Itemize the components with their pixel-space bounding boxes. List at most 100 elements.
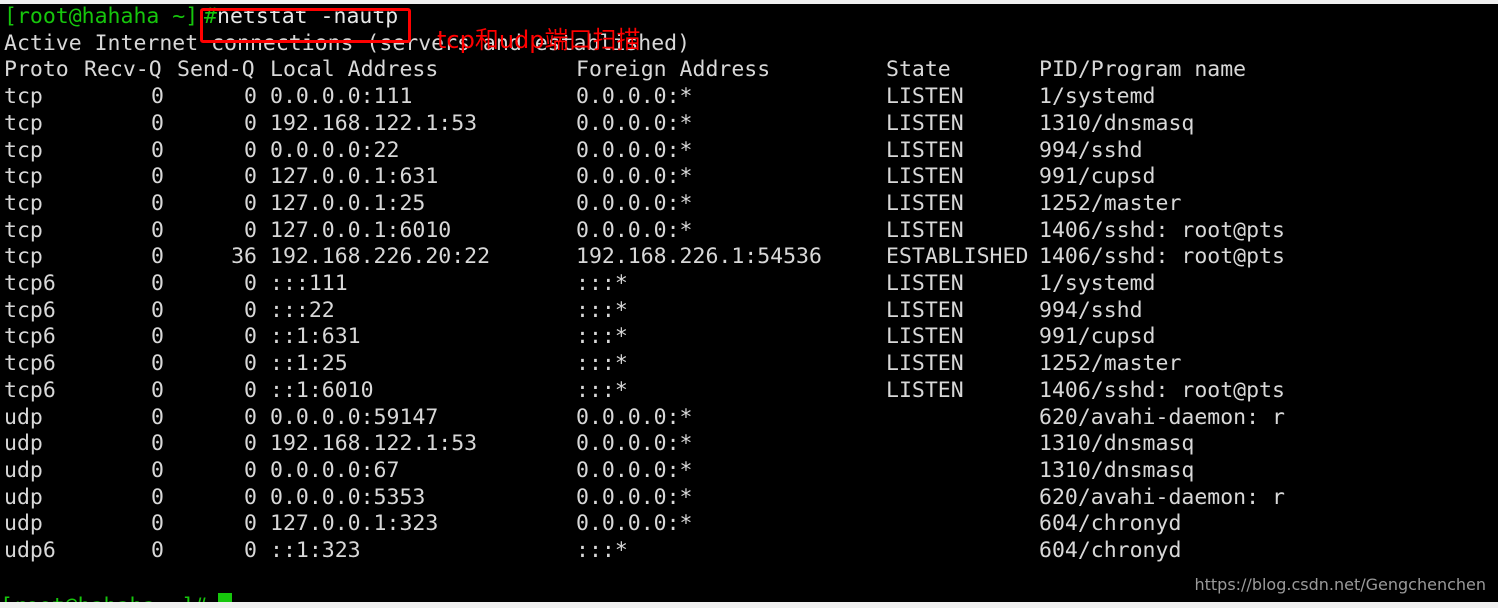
- table-row: udp 0 0 0.0.0.0:67 0.0.0.0:* 1310/dnsmasq: [0, 458, 1498, 485]
- cell-state: ESTABLISHED: [886, 244, 1029, 270]
- cell-local: :::22: [270, 297, 335, 323]
- cell-pid: 1310/dnsmasq: [1039, 431, 1195, 457]
- next-prompt-partial: [root@hahaha ~]#: [0, 594, 207, 602]
- cell-local: 0.0.0.0:67: [270, 457, 400, 483]
- cell-recvq: 0: [151, 404, 164, 430]
- command-text: netstat -nautp: [217, 4, 399, 29]
- cell-local: ::1:6010: [270, 377, 374, 403]
- cell-proto: udp: [4, 404, 43, 430]
- cell-local: ::1:323: [270, 538, 361, 563]
- cell-foreign: 0.0.0.0:*: [576, 217, 693, 243]
- table-row: tcp 0 0 0.0.0.0:22 0.0.0.0:* LISTEN 994/sshd: [0, 138, 1498, 165]
- cell-state: LISTEN: [886, 137, 964, 163]
- cell-recvq: 0: [151, 164, 164, 190]
- table-row: tcp 0 36 192.168.226.20:22 192.168.226.1:545…: [0, 244, 1498, 271]
- cell-local: ::1:631: [270, 324, 361, 350]
- table-row: udp 0 0 192.168.122.1:53 0.0.0.0:* 1310/dnsma…: [0, 431, 1498, 458]
- cell-pid: 1252/master: [1039, 190, 1182, 216]
- header-pid: PID/Program name: [1039, 57, 1247, 83]
- cell-pid: 1310/dnsmasq: [1039, 110, 1195, 136]
- cell-proto: udp: [4, 484, 43, 510]
- cell-foreign: :::*: [576, 377, 628, 403]
- cell-pid: 1406/sshd: root@pts: [1039, 244, 1285, 270]
- cell-pid: 604/chronyd: [1039, 538, 1182, 563]
- cell-proto: tcp6: [4, 377, 56, 403]
- cell-pid: 991/cupsd: [1039, 324, 1156, 350]
- table-row: tcp 0 0 127.0.0.1:6010 0.0.0.0:* LISTEN 1406/s…: [0, 218, 1498, 245]
- annotation-label: tcp和udp端口扫描: [437, 26, 641, 54]
- header-sendq: Send-Q: [177, 57, 255, 83]
- cell-state: LISTEN: [886, 217, 964, 243]
- header-recvq: Recv-Q: [84, 57, 162, 83]
- cell-recvq: 0: [151, 511, 164, 537]
- cell-sendq: 0: [244, 324, 257, 350]
- cell-pid: 991/cupsd: [1039, 164, 1156, 190]
- cell-sendq: 0: [244, 164, 257, 190]
- table-row: tcp 0 0 192.168.122.1:53 0.0.0.0:* LISTEN 1310…: [0, 111, 1498, 138]
- cell-proto: udp: [4, 457, 43, 483]
- cell-pid: 620/avahi-daemon: r: [1039, 484, 1285, 510]
- command-prompt-line: [root@hahaha ~] # netstat -nautp: [0, 4, 1498, 31]
- cell-sendq: 36: [231, 244, 257, 270]
- cell-sendq: 0: [244, 538, 257, 563]
- terminal-window[interactable]: [root@hahaha ~] # netstat -nautp Active …: [0, 4, 1498, 602]
- cell-pid: 1252/master: [1039, 351, 1182, 377]
- cell-sendq: 0: [244, 351, 257, 377]
- cell-proto: tcp6: [4, 324, 56, 350]
- cell-proto: tcp: [4, 190, 43, 216]
- cell-state: LISTEN: [886, 324, 964, 350]
- cell-foreign: 192.168.226.1:54536: [576, 244, 822, 270]
- cell-recvq: 0: [151, 457, 164, 483]
- cell-recvq: 0: [151, 217, 164, 243]
- table-row: udp 0 0 0.0.0.0:5353 0.0.0.0:* 620/avahi-daem…: [0, 485, 1498, 512]
- cell-sendq: 0: [244, 484, 257, 510]
- cell-foreign: :::*: [576, 324, 628, 350]
- cell-sendq: 0: [244, 137, 257, 163]
- cell-pid: 604/chronyd: [1039, 511, 1182, 537]
- cell-local: 127.0.0.1:25: [270, 190, 426, 216]
- cell-sendq: 0: [244, 217, 257, 243]
- prompt-symbol: #: [204, 4, 217, 29]
- cell-foreign: 0.0.0.0:*: [576, 190, 693, 216]
- watermark-text: https://blog.csdn.net/Gengchenchen: [1194, 575, 1486, 594]
- cell-foreign: 0.0.0.0:*: [576, 511, 693, 537]
- cell-foreign: :::*: [576, 271, 628, 296]
- cell-recvq: 0: [151, 84, 164, 110]
- cell-foreign: :::*: [576, 351, 628, 377]
- cell-sendq: 0: [244, 190, 257, 216]
- cell-pid: 994/sshd: [1039, 297, 1143, 323]
- cell-sendq: 0: [244, 110, 257, 136]
- cell-foreign: 0.0.0.0:*: [576, 164, 693, 190]
- cell-proto: tcp: [4, 164, 43, 190]
- cell-sendq: 0: [244, 511, 257, 537]
- table-row: tcp6 0 0::1:631:::* LISTEN 991/cupsd: [0, 324, 1498, 351]
- cell-recvq: 0: [151, 377, 164, 403]
- cell-foreign: 0.0.0.0:*: [576, 137, 693, 163]
- cell-local: 0.0.0.0:59147: [270, 404, 439, 430]
- cell-recvq: 0: [151, 324, 164, 350]
- cell-recvq: 0: [151, 351, 164, 377]
- cell-proto: tcp: [4, 244, 43, 270]
- cell-sendq: 0: [244, 404, 257, 430]
- terminal-screenshot: [root@hahaha ~] # netstat -nautp Active …: [0, 0, 1498, 608]
- cell-sendq: 0: [244, 271, 257, 296]
- table-row: tcp 0 0 0.0.0.0:111 0.0.0.0:* LISTEN 1/systemd: [0, 84, 1498, 111]
- table-header-row: Proto Recv-Q Send-Q Local Address Foreig…: [0, 57, 1498, 84]
- cell-pid: 1406/sshd: root@pts: [1039, 377, 1285, 403]
- table-row: tcp6 0 0::1:25:::* LISTEN 1252/master: [0, 351, 1498, 378]
- cell-recvq: 0: [151, 190, 164, 216]
- cell-pid: 620/avahi-daemon: r: [1039, 404, 1285, 430]
- header-state: State: [886, 57, 951, 83]
- header-local: Local Address: [270, 57, 439, 83]
- header-proto: Proto: [4, 57, 69, 83]
- cell-state: LISTEN: [886, 271, 964, 296]
- table-row: udp 0 0 127.0.0.1:323 0.0.0.0:* 604/chronyd: [0, 511, 1498, 538]
- cell-recvq: 0: [151, 271, 164, 296]
- cell-recvq: 0: [151, 137, 164, 163]
- output-banner-line: Active Internet connections (servers and…: [0, 31, 1498, 58]
- cell-proto: udp: [4, 511, 43, 537]
- cell-proto: tcp: [4, 84, 43, 110]
- cell-pid: 994/sshd: [1039, 137, 1143, 163]
- cell-proto: tcp6: [4, 297, 56, 323]
- cell-state: LISTEN: [886, 297, 964, 323]
